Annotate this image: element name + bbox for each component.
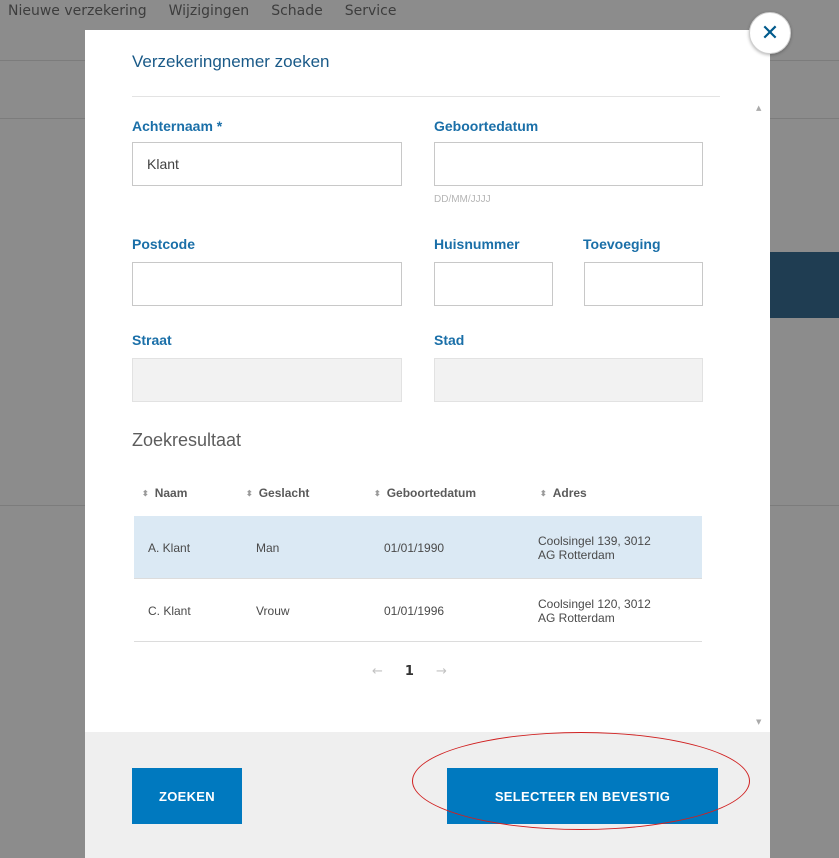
column-header-label: Adres <box>552 486 587 500</box>
table-header: ⬍ Naam ⬍ Geslacht ⬍ Geboortedatum ⬍ Adre… <box>134 478 702 516</box>
toevoeging-input[interactable] <box>584 262 703 306</box>
sort-icon: ⬍ <box>374 488 381 498</box>
geboortedatum-label: Geboortedatum <box>434 118 539 134</box>
cell-geslacht: Vrouw <box>256 603 290 618</box>
cell-geboortedatum: 01/01/1990 <box>384 540 445 555</box>
column-header-label: Naam <box>154 486 188 500</box>
sort-icon: ⬍ <box>142 488 149 498</box>
search-policyholder-modal: Verzekeringnemer zoeken ▲ ▼ Achternaam *… <box>85 30 770 858</box>
stad-label: Stad <box>434 332 465 348</box>
cell-adres: Coolsingel 139, 3012 AG Rotterdam <box>538 516 651 579</box>
huisnummer-input[interactable] <box>434 262 553 306</box>
geboortedatum-format-hint: DD/MM/JJJJ <box>434 194 491 205</box>
search-button[interactable]: ZOEKEN <box>132 768 242 824</box>
column-header-naam[interactable]: ⬍ Naam <box>142 486 187 500</box>
column-header-label: Geboortedatum <box>386 486 477 500</box>
prev-page-arrow-icon[interactable]: ← <box>372 664 383 679</box>
postcode-label: Postcode <box>132 236 196 252</box>
background-banner <box>766 252 839 318</box>
results-title: Zoekresultaat <box>132 430 242 450</box>
adres-line-1: Coolsingel 120, 3012 <box>538 596 651 611</box>
table-row[interactable]: A. Klant Man 01/01/1990 Coolsingel 139, … <box>134 516 702 579</box>
scroll-down-arrow-icon[interactable]: ▼ <box>756 718 761 726</box>
huisnummer-label: Huisnummer <box>434 236 520 252</box>
sort-icon: ⬍ <box>246 488 253 498</box>
cell-naam: C. Klant <box>148 603 191 618</box>
stad-input <box>434 358 703 402</box>
cell-naam: A. Klant <box>148 540 191 555</box>
straat-input <box>132 358 402 402</box>
scroll-up-arrow-icon[interactable]: ▲ <box>756 104 761 112</box>
table-row[interactable]: C. Klant Vrouw 01/01/1996 Coolsingel 120… <box>134 579 702 642</box>
highlight-annotation-ellipse <box>412 732 750 830</box>
background-nav: Nieuwe verzekering Wijzigingen Schade Se… <box>0 0 839 30</box>
page-number[interactable]: 1 <box>405 664 414 679</box>
column-header-geboortedatum[interactable]: ⬍ Geboortedatum <box>374 486 476 500</box>
title-divider <box>132 96 720 97</box>
column-header-geslacht[interactable]: ⬍ Geslacht <box>246 486 309 500</box>
achternaam-input[interactable]: Klant <box>132 142 402 186</box>
geboortedatum-input[interactable] <box>434 142 703 186</box>
cell-adres: Coolsingel 120, 3012 AG Rotterdam <box>538 579 651 642</box>
adres-line-2: AG Rotterdam <box>538 547 615 562</box>
results-table: ⬍ Naam ⬍ Geslacht ⬍ Geboortedatum ⬍ Adre… <box>134 478 702 642</box>
straat-label: Straat <box>132 332 172 348</box>
nav-item-schade: Schade <box>271 3 323 19</box>
adres-line-2: AG Rotterdam <box>538 610 615 625</box>
close-icon[interactable]: ✕ <box>749 12 791 54</box>
adres-line-1: Coolsingel 139, 3012 <box>538 533 651 548</box>
column-header-label: Geslacht <box>258 486 310 500</box>
nav-item-service: Service <box>344 3 397 19</box>
nav-item-nieuwe-verzekering: Nieuwe verzekering <box>8 3 147 19</box>
nav-item-wijzigingen: Wijzigingen <box>168 3 250 19</box>
sort-icon: ⬍ <box>540 488 547 498</box>
modal-title: Verzekeringnemer zoeken <box>132 52 330 71</box>
cell-geslacht: Man <box>256 540 280 555</box>
column-header-adres[interactable]: ⬍ Adres <box>540 486 587 500</box>
postcode-input[interactable] <box>132 262 402 306</box>
pagination: ← 1 → <box>372 664 447 679</box>
next-page-arrow-icon[interactable]: → <box>436 664 447 679</box>
modal-scrollbar[interactable]: ▲ ▼ <box>753 98 767 732</box>
toevoeging-label: Toevoeging <box>583 236 661 252</box>
cell-geboortedatum: 01/01/1996 <box>384 603 445 618</box>
achternaam-label: Achternaam * <box>132 118 223 134</box>
